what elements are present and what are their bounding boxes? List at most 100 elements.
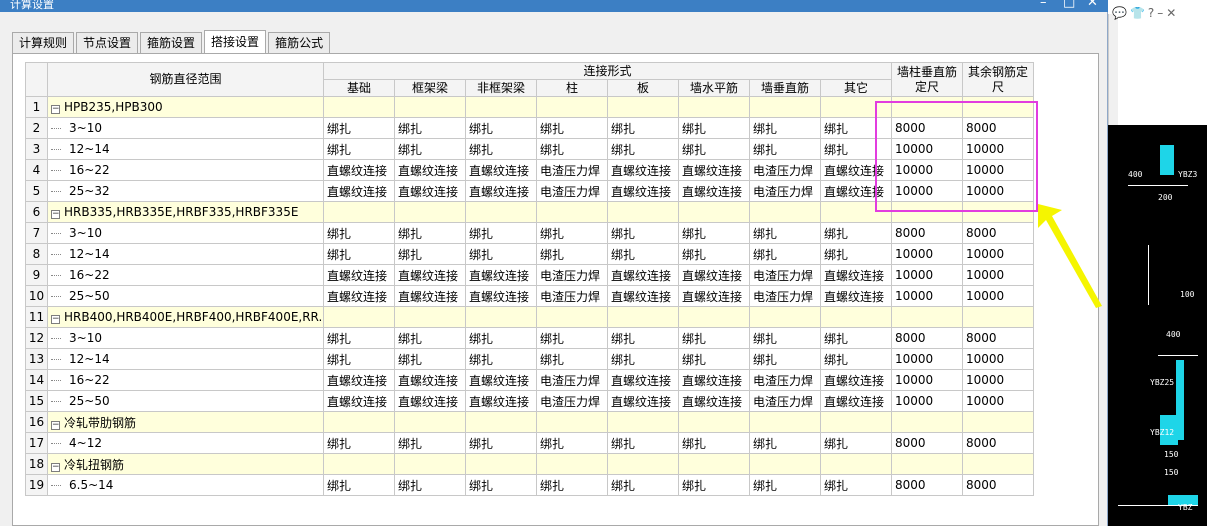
connection-type-cell[interactable]: 绑扎	[749, 138, 821, 160]
shirt-icon[interactable]: 👕	[1130, 6, 1148, 20]
connection-type-cell[interactable]: 绑扎	[536, 348, 608, 370]
connection-type-cell[interactable]: 绑扎	[394, 348, 466, 370]
collapse-icon[interactable]: −	[51, 210, 60, 219]
connection-type-cell[interactable]	[607, 306, 679, 328]
connection-type-cell[interactable]: 直螺纹连接	[394, 285, 466, 307]
connection-type-cell[interactable]: 直螺纹连接	[607, 180, 679, 202]
connection-type-cell[interactable]: 绑扎	[394, 243, 466, 265]
connection-type-cell[interactable]: 绑扎	[323, 432, 395, 454]
title-bar[interactable]: 计算设置 – □ ✕	[0, 0, 1108, 12]
table-row[interactable]: 4 16~22 直螺纹连接 直螺纹连接 直螺纹连接 电渣压力焊 直螺纹连接 直螺纹连接 电渣压力…	[25, 159, 1035, 181]
other-length-cell[interactable]: 10000	[962, 159, 1035, 181]
diameter-range-cell[interactable]: 16~22	[47, 369, 324, 391]
connection-type-cell[interactable]: 绑扎	[394, 327, 466, 349]
collapse-icon[interactable]: −	[51, 420, 60, 430]
wall-column-length-cell[interactable]	[891, 201, 964, 223]
connection-type-cell[interactable]	[819, 411, 893, 433]
connection-type-cell[interactable]: 绑扎	[749, 348, 821, 370]
connection-type-cell[interactable]	[465, 411, 537, 433]
table-row[interactable]: 12 3~10 绑扎 绑扎 绑扎 绑扎 绑扎 绑扎 绑扎 绑扎 8000 8000	[25, 327, 1035, 349]
diameter-range-cell[interactable]: 3~10	[47, 117, 324, 139]
other-length-cell[interactable]: 8000	[962, 222, 1035, 244]
group-label-cell[interactable]: − HPB235,HPB300	[47, 96, 324, 118]
connection-type-cell[interactable]	[323, 306, 395, 328]
connection-type-cell[interactable]: 直螺纹连接	[465, 369, 537, 391]
wall-column-length-cell[interactable]: 10000	[891, 369, 964, 391]
group-row[interactable]: 1− HPB235,HPB300	[25, 96, 1035, 118]
wall-column-length-cell[interactable]: 10000	[891, 180, 964, 202]
connection-type-cell[interactable]: 绑扎	[394, 222, 466, 244]
connection-type-cell[interactable]: 绑扎	[465, 348, 537, 370]
connection-type-cell[interactable]: 直螺纹连接	[323, 285, 395, 307]
connection-type-cell[interactable]: 直螺纹连接	[394, 369, 466, 391]
connection-type-cell[interactable]: 直螺纹连接	[607, 390, 679, 412]
other-length-cell[interactable]: 10000	[962, 138, 1035, 160]
connection-type-cell[interactable]: 直螺纹连接	[678, 390, 750, 412]
other-length-cell[interactable]: 10000	[962, 369, 1035, 391]
connection-type-cell[interactable]: 电渣压力焊	[749, 390, 821, 412]
connection-type-cell[interactable]: 直螺纹连接	[323, 369, 395, 391]
other-length-cell[interactable]: 8000	[962, 117, 1035, 139]
wall-column-length-cell[interactable]: 8000	[891, 117, 964, 139]
connection-type-cell[interactable]	[465, 201, 537, 223]
connection-type-cell[interactable]	[607, 96, 679, 118]
wall-column-length-cell[interactable]: 10000	[891, 138, 964, 160]
connection-type-cell[interactable]: 直螺纹连接	[678, 285, 750, 307]
connection-type-cell[interactable]	[678, 96, 750, 118]
connection-type-cell[interactable]: 绑扎	[536, 243, 608, 265]
wall-column-length-cell[interactable]	[891, 453, 964, 475]
table-row[interactable]: 15 25~50 直螺纹连接 直螺纹连接 直螺纹连接 电渣压力焊 直螺纹连接 直螺纹连接 电渣压…	[25, 390, 1035, 412]
connection-type-cell[interactable]	[323, 453, 395, 475]
connection-type-cell[interactable]: 绑扎	[323, 327, 395, 349]
connection-type-cell[interactable]: 绑扎	[749, 474, 821, 496]
connection-type-cell[interactable]	[678, 411, 750, 433]
connection-type-cell[interactable]: 绑扎	[536, 138, 608, 160]
connection-type-cell[interactable]: 绑扎	[465, 138, 537, 160]
connection-type-cell[interactable]: 绑扎	[678, 117, 750, 139]
connection-type-cell[interactable]: 绑扎	[394, 474, 466, 496]
group-row[interactable]: 16− 冷轧带肋钢筋	[25, 411, 1035, 433]
connection-type-cell[interactable]	[323, 96, 395, 118]
table-row[interactable]: 3 12~14 绑扎 绑扎 绑扎 绑扎 绑扎 绑扎 绑扎 绑扎 10000 10000	[25, 138, 1035, 160]
connection-type-cell[interactable]: 绑扎	[819, 432, 893, 454]
connection-type-cell[interactable]: 绑扎	[394, 432, 466, 454]
connection-type-cell[interactable]: 直螺纹连接	[819, 159, 893, 181]
diameter-range-cell[interactable]: 12~14	[47, 243, 324, 265]
connection-type-cell[interactable]: 绑扎	[819, 117, 893, 139]
connection-type-cell[interactable]: 绑扎	[323, 222, 395, 244]
connection-type-cell[interactable]	[819, 201, 893, 223]
group-label-cell[interactable]: − HRB400,HRB400E,HRBF400,HRBF400E,RR...	[47, 306, 324, 328]
connection-type-cell[interactable]: 绑扎	[749, 117, 821, 139]
tab-3[interactable]: 箍筋设置	[140, 32, 203, 54]
tab-5[interactable]: 箍筋公式	[268, 32, 331, 54]
wall-column-length-cell[interactable]: 10000	[891, 159, 964, 181]
connection-type-cell[interactable]	[749, 96, 821, 118]
connection-type-cell[interactable]: 直螺纹连接	[323, 264, 395, 286]
other-length-cell[interactable]: 10000	[962, 390, 1035, 412]
connection-type-cell[interactable]	[819, 96, 893, 118]
connection-type-cell[interactable]	[678, 201, 750, 223]
connection-type-cell[interactable]: 直螺纹连接	[394, 264, 466, 286]
connection-type-cell[interactable]: 电渣压力焊	[749, 369, 821, 391]
connection-type-cell[interactable]: 直螺纹连接	[323, 180, 395, 202]
connection-type-cell[interactable]: 直螺纹连接	[323, 390, 395, 412]
other-length-cell[interactable]	[962, 411, 1035, 433]
connection-type-cell[interactable]: 直螺纹连接	[819, 180, 893, 202]
connection-type-cell[interactable]: 绑扎	[678, 432, 750, 454]
connection-type-cell[interactable]: 直螺纹连接	[465, 285, 537, 307]
tab-4[interactable]: 搭接设置	[204, 30, 267, 54]
connection-type-cell[interactable]: 绑扎	[394, 138, 466, 160]
connection-type-cell[interactable]: 绑扎	[678, 243, 750, 265]
wall-column-length-cell[interactable]: 10000	[891, 390, 964, 412]
connection-type-cell[interactable]: 绑扎	[465, 222, 537, 244]
wall-column-length-cell[interactable]: 8000	[891, 474, 964, 496]
wall-column-length-cell[interactable]: 10000	[891, 243, 964, 265]
connection-type-cell[interactable]: 直螺纹连接	[394, 180, 466, 202]
connection-type-cell[interactable]	[465, 453, 537, 475]
connection-type-cell[interactable]	[607, 453, 679, 475]
diameter-range-cell[interactable]: 3~10	[47, 327, 324, 349]
table-row[interactable]: 9 16~22 直螺纹连接 直螺纹连接 直螺纹连接 电渣压力焊 直螺纹连接 直螺纹连接 电渣压力…	[25, 264, 1035, 286]
connection-type-cell[interactable]	[749, 306, 821, 328]
other-length-cell[interactable]	[962, 96, 1035, 118]
connection-type-cell[interactable]: 直螺纹连接	[394, 159, 466, 181]
